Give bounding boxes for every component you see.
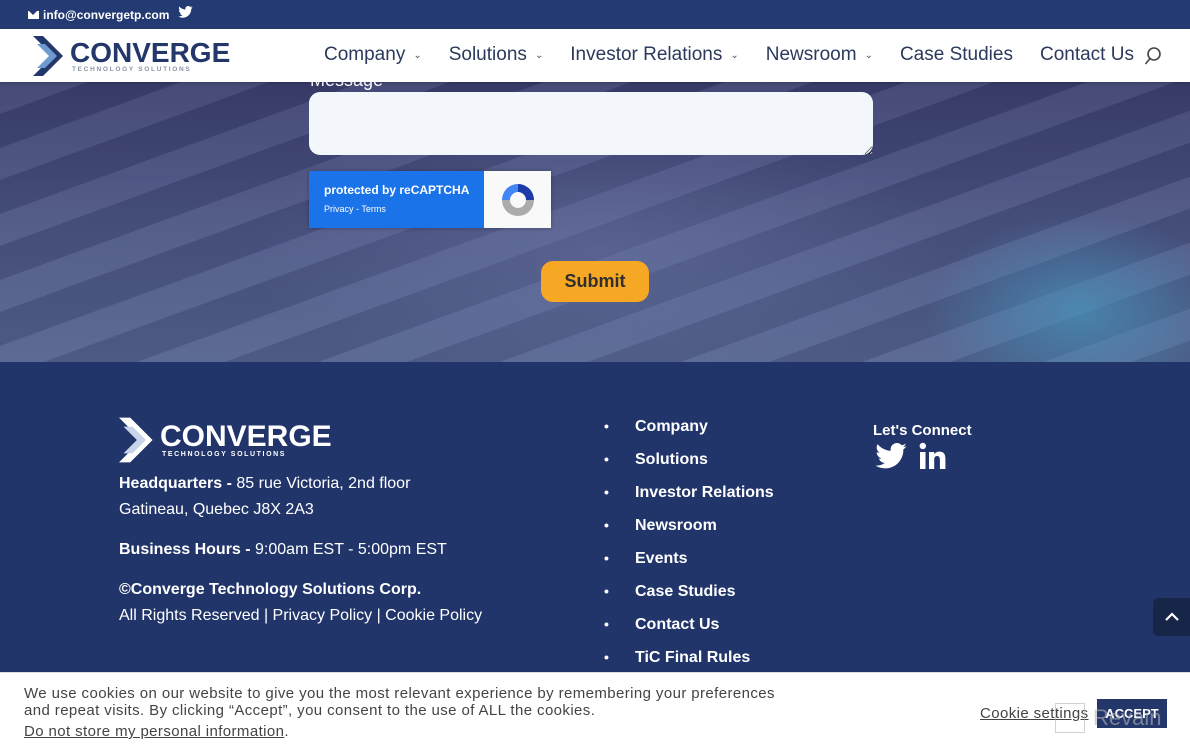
cookie-consent-bar: We use cookies on our website to give yo… (0, 672, 1190, 753)
footer-logo[interactable]: CONVERGE TECHNOLOGY SOLUTIONS (119, 417, 332, 463)
hq-line2: Gatineau, Quebec J8X 2A3 (119, 501, 314, 518)
footer-link-company[interactable]: • Company (604, 418, 774, 451)
link-label: Newsroom (635, 517, 717, 534)
footer-link-solutions[interactable]: • Solutions (604, 451, 774, 484)
contact-form-section: Message protected by reCAPTCHA Privacy -… (0, 82, 1190, 362)
recaptcha-badge[interactable]: protected by reCAPTCHA Privacy - Terms (309, 171, 551, 228)
nav-company[interactable]: Company ⌄ (324, 44, 422, 66)
chevron-down-icon: ⌄ (534, 49, 544, 61)
footer-links: • Company • Solutions • Investor Relations … (604, 418, 774, 682)
site-footer: CONVERGE TECHNOLOGY SOLUTIONS Headquarte… (0, 362, 1190, 672)
privacy-policy-link[interactable]: Privacy Policy (273, 607, 373, 624)
recaptcha-text: protected by reCAPTCHA (324, 183, 470, 197)
watermark: Revain (1055, 703, 1161, 733)
nav-solutions[interactable]: Solutions ⌄ (449, 44, 544, 66)
twitter-icon[interactable] (178, 6, 193, 21)
nav-label: Investor Relations (570, 44, 723, 65)
footer-link-investor-relations[interactable]: • Investor Relations (604, 484, 774, 517)
nav-label: Company (324, 44, 406, 65)
chevron-down-icon: ⌄ (864, 49, 873, 61)
separator: | (372, 607, 386, 624)
cookie-policy-link[interactable]: Cookie Policy (385, 607, 482, 624)
site-header: CONVERGE TECHNOLOGY SOLUTIONS Company ⌄ … (0, 29, 1190, 82)
link-label: Contact Us (635, 616, 720, 633)
social-links (875, 442, 947, 475)
lets-connect-heading: Let's Connect (873, 422, 972, 439)
link-label: Case Studies (635, 583, 736, 600)
footer-link-contact-us[interactable]: • Contact Us (604, 616, 774, 649)
hours-label: Business Hours - (119, 541, 256, 558)
back-to-top-button[interactable] (1153, 598, 1190, 636)
logo-chevron-icon (33, 36, 63, 76)
linkedin-icon[interactable] (919, 442, 947, 475)
logo[interactable]: CONVERGE TECHNOLOGY SOLUTIONS (33, 36, 230, 76)
copyright-block: ©Converge Technology Solutions Corp. All… (119, 577, 482, 629)
email-text: info@convergetp.com (43, 8, 170, 22)
period: . (284, 723, 289, 740)
nav-contact-us[interactable]: Contact Us (1040, 44, 1134, 66)
chevron-up-icon (1164, 612, 1179, 621)
footer-link-newsroom[interactable]: • Newsroom (604, 517, 774, 550)
link-label: TiC Final Rules (635, 649, 751, 666)
nav-label: Newsroom (765, 44, 857, 65)
footer-logo-name: CONVERGE (160, 419, 332, 453)
main-nav: Company ⌄ Solutions ⌄ Investor Relations… (324, 44, 1161, 66)
mail-icon (28, 11, 39, 19)
logo-name: CONVERGE (70, 36, 231, 68)
link-label: Investor Relations (635, 484, 774, 501)
watermark-text: Revain (1093, 705, 1162, 730)
separator: | (259, 607, 273, 624)
nav-investor-relations[interactable]: Investor Relations ⌄ (570, 44, 738, 66)
logo-chevron-icon (119, 417, 153, 463)
headquarters: Headquarters - 85 rue Victoria, 2nd floo… (119, 471, 410, 523)
nav-case-studies[interactable]: Case Studies (900, 44, 1013, 66)
watermark-logo-icon (1055, 703, 1085, 733)
link-label: Solutions (635, 451, 708, 468)
message-input[interactable] (309, 92, 873, 155)
footer-link-events[interactable]: • Events (604, 550, 774, 583)
link-label: Company (635, 418, 708, 435)
hq-line1: 85 rue Victoria, 2nd floor (236, 475, 411, 492)
cookie-text: We use cookies on our website to give yo… (24, 685, 775, 719)
hq-label: Headquarters - (119, 475, 237, 492)
hours-value: 9:00am EST - 5:00pm EST (255, 541, 447, 558)
nav-label: Solutions (448, 44, 527, 65)
search-icon[interactable] (1144, 46, 1162, 72)
chevron-down-icon: ⌄ (413, 49, 422, 61)
top-bar: info@convergetp.com (0, 0, 1190, 29)
twitter-icon[interactable] (875, 443, 907, 474)
link-label: Events (635, 550, 688, 567)
email-link[interactable]: info@convergetp.com (28, 8, 169, 22)
nav-label: Contact Us (1039, 44, 1134, 65)
rights: All Rights Reserved (119, 607, 260, 624)
submit-button[interactable]: Submit (541, 261, 649, 302)
business-hours: Business Hours - 9:00am EST - 5:00pm EST (119, 537, 447, 563)
nav-label: Case Studies (899, 44, 1013, 65)
footer-link-case-studies[interactable]: • Case Studies (604, 583, 774, 616)
recaptcha-icon (501, 183, 534, 216)
message-label: Message (310, 82, 383, 91)
chevron-down-icon: ⌄ (730, 49, 739, 61)
copyright: ©Converge Technology Solutions Corp. (119, 581, 422, 598)
recaptcha-links[interactable]: Privacy - Terms (324, 204, 484, 214)
do-not-store-link[interactable]: Do not store my personal information (24, 723, 284, 740)
nav-newsroom[interactable]: Newsroom ⌄ (766, 44, 873, 66)
